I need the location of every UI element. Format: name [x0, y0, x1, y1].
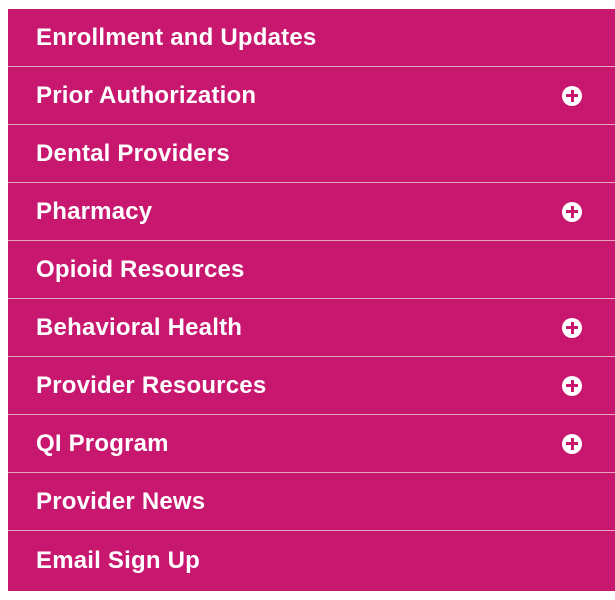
menu-item-label: Provider Resources [36, 371, 267, 399]
sidebar-menu: Enrollment and Updates Prior Authorizati… [8, 9, 615, 591]
menu-item-opioid-resources[interactable]: Opioid Resources [8, 241, 615, 299]
menu-item-behavioral-health[interactable]: Behavioral Health [8, 299, 615, 357]
menu-item-email-sign-up[interactable]: Email Sign Up [8, 531, 615, 591]
plus-circle-icon[interactable] [562, 433, 582, 454]
menu-item-qi-program[interactable]: QI Program [8, 415, 615, 473]
menu-item-label: Enrollment and Updates [36, 23, 317, 51]
menu-item-label: Provider News [36, 487, 206, 515]
menu-item-pharmacy[interactable]: Pharmacy [8, 183, 615, 241]
menu-item-label: Email Sign Up [36, 547, 200, 574]
plus-circle-icon[interactable] [562, 85, 582, 106]
menu-item-enrollment-and-updates[interactable]: Enrollment and Updates [8, 9, 615, 67]
menu-item-label: Behavioral Health [36, 313, 243, 341]
menu-item-label: Opioid Resources [36, 255, 245, 283]
menu-item-label: Pharmacy [36, 197, 153, 225]
menu-item-label: Dental Providers [36, 139, 230, 167]
plus-circle-icon[interactable] [562, 201, 582, 222]
menu-item-dental-providers[interactable]: Dental Providers [8, 125, 615, 183]
menu-item-provider-resources[interactable]: Provider Resources [8, 357, 615, 415]
plus-circle-icon[interactable] [562, 317, 582, 338]
menu-item-provider-news[interactable]: Provider News [8, 473, 615, 531]
menu-item-label: QI Program [36, 429, 169, 457]
menu-item-label: Prior Authorization [36, 81, 257, 109]
menu-item-prior-authorization[interactable]: Prior Authorization [8, 67, 615, 125]
plus-circle-icon[interactable] [562, 375, 582, 396]
